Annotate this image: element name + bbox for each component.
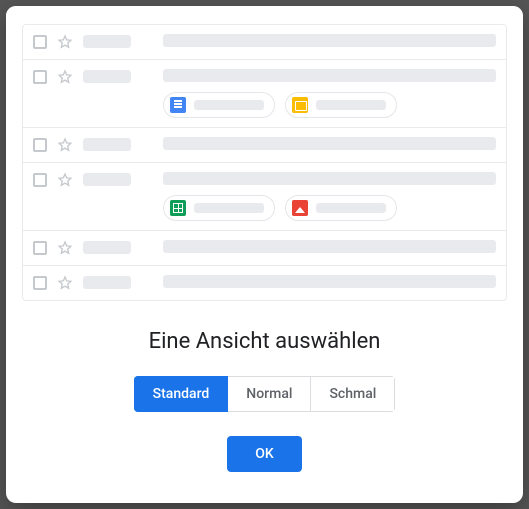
subject-placeholder xyxy=(163,69,496,82)
star-icon xyxy=(57,34,73,50)
preview-row xyxy=(23,231,506,266)
preview-row xyxy=(23,163,506,231)
sender-placeholder xyxy=(83,138,131,151)
sheets-icon xyxy=(170,200,186,216)
subject-placeholder xyxy=(163,275,496,288)
dialog-title: Eine Ansicht auswählen xyxy=(26,329,503,354)
checkbox-placeholder xyxy=(33,276,47,290)
density-dialog: Eine Ansicht auswählen Standard Normal S… xyxy=(6,6,523,503)
attachment-chip xyxy=(163,195,275,221)
chip-label-placeholder xyxy=(316,100,386,110)
subject-placeholder xyxy=(163,34,496,47)
star-icon xyxy=(57,172,73,188)
star-icon xyxy=(57,240,73,256)
image-icon xyxy=(292,200,308,216)
docs-icon xyxy=(170,97,186,113)
slides-icon xyxy=(292,97,308,113)
checkbox-placeholder xyxy=(33,241,47,255)
attachment-chip xyxy=(285,195,397,221)
preview-row xyxy=(23,60,506,128)
subject-placeholder xyxy=(163,240,496,253)
preview-area xyxy=(6,6,523,301)
sender-placeholder xyxy=(83,276,131,289)
subject-placeholder xyxy=(163,137,496,150)
star-icon xyxy=(57,69,73,85)
preview-list xyxy=(22,24,507,301)
checkbox-placeholder xyxy=(33,173,47,187)
ok-button[interactable]: OK xyxy=(227,436,302,472)
chip-label-placeholder xyxy=(194,203,264,213)
star-icon xyxy=(57,137,73,153)
star-icon xyxy=(57,275,73,291)
sender-placeholder xyxy=(83,35,131,48)
preview-row xyxy=(23,266,506,300)
attachment-chip xyxy=(285,92,397,118)
checkbox-placeholder xyxy=(33,35,47,49)
attachment-chip xyxy=(163,92,275,118)
density-option-group: Standard Normal Schmal xyxy=(134,376,396,412)
checkbox-placeholder xyxy=(33,138,47,152)
option-schmal[interactable]: Schmal xyxy=(311,376,395,412)
chip-label-placeholder xyxy=(316,203,386,213)
sender-placeholder xyxy=(83,241,131,254)
chip-label-placeholder xyxy=(194,100,264,110)
sender-placeholder xyxy=(83,70,131,83)
checkbox-placeholder xyxy=(33,70,47,84)
preview-row xyxy=(23,128,506,163)
dialog-controls: Eine Ansicht auswählen Standard Normal S… xyxy=(6,301,523,494)
subject-placeholder xyxy=(163,172,496,185)
preview-row xyxy=(23,25,506,60)
option-standard[interactable]: Standard xyxy=(134,376,229,412)
option-normal[interactable]: Normal xyxy=(228,376,311,412)
sender-placeholder xyxy=(83,173,131,186)
